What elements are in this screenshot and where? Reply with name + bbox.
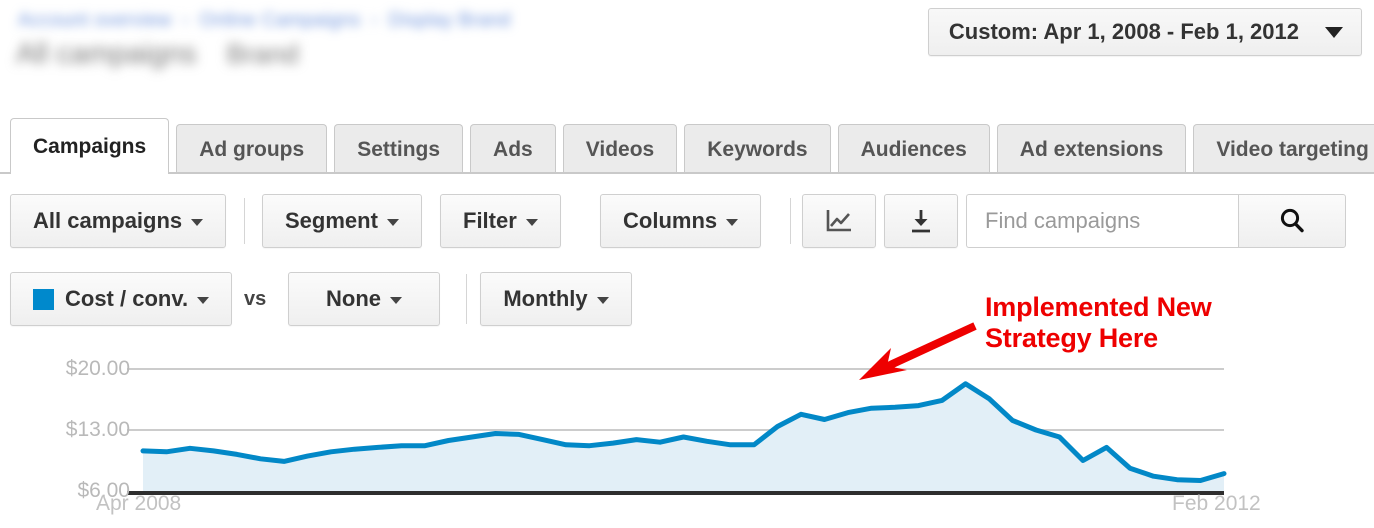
granularity-label: Monthly (503, 286, 588, 311)
x-axis-label-end: Feb 2012 (1172, 492, 1261, 515)
segment-button[interactable]: Segment (262, 194, 422, 248)
table-toolbar: All campaigns Segment Filter Columns Fin… (0, 194, 1374, 258)
granularity-selector[interactable]: Monthly (480, 272, 632, 326)
search-button[interactable] (1238, 194, 1346, 248)
breadcrumb-item-4[interactable]: Brand (458, 10, 510, 31)
breadcrumb-separator-icon: › (182, 10, 189, 31)
tab-bar: Campaigns Ad groups Settings Ads Videos Keywo… (0, 112, 1374, 176)
tab-videos[interactable]: Videos (562, 124, 678, 174)
tab-label: Ad groups (199, 137, 305, 161)
filter-button[interactable]: Filter (440, 194, 561, 248)
chevron-down-icon (525, 218, 538, 226)
download-icon (912, 210, 930, 233)
chevron-down-icon (726, 218, 739, 226)
breadcrumb-separator-icon-2: › (371, 10, 378, 31)
columns-button[interactable]: Columns (600, 194, 762, 248)
chevron-down-icon (197, 296, 210, 304)
search-placeholder: Find campaigns (985, 208, 1141, 233)
chevron-down-icon (386, 218, 399, 226)
chart-toggle-button[interactable] (802, 194, 876, 248)
all-campaigns-filter-button[interactable]: All campaigns (10, 194, 227, 248)
all-campaigns-label: All campaigns (33, 208, 183, 233)
columns-label: Columns (623, 208, 718, 233)
breadcrumb-item-1[interactable]: Account overview (18, 10, 172, 31)
tab-ad-groups[interactable]: Ad groups (176, 124, 328, 174)
chart-plot-area[interactable] (0, 340, 1374, 528)
toolbar-divider (244, 198, 245, 244)
tab-ads[interactable]: Ads (470, 124, 556, 174)
segment-label: Segment (285, 208, 378, 233)
tab-label: Settings (357, 137, 441, 161)
breadcrumb[interactable]: Account overview › Online Campaigns › Di… (18, 10, 511, 32)
tab-video-targeting[interactable]: Video targeting (1193, 124, 1374, 174)
toolbar-divider-2 (790, 198, 791, 244)
performance-chart: $20.00 $13.00 $6.00 Apr 2008 Feb 2012 (0, 340, 1374, 528)
tab-keywords[interactable]: Keywords (684, 124, 831, 174)
primary-metric-label: Cost / conv. (65, 286, 189, 311)
primary-metric-selector[interactable]: Cost / conv. (10, 272, 233, 326)
tab-label: Campaigns (33, 134, 147, 158)
account-header: Account overview › Online Campaigns › Di… (0, 4, 510, 74)
annotation-text: Implemented New Strategy Here (985, 292, 1212, 355)
line-chart-icon (826, 210, 851, 232)
secondary-metric-selector[interactable]: None (288, 272, 440, 326)
y-axis-tick-label: $20.00 (65, 357, 130, 380)
chevron-down-icon (191, 218, 204, 226)
y-axis-tick-label: $13.00 (65, 418, 130, 441)
page-title-text: All campaigns (16, 38, 197, 70)
tab-label: Audiences (860, 137, 967, 161)
metricbar-divider (466, 274, 467, 324)
chevron-down-icon (596, 296, 609, 304)
chevron-down-icon (1325, 26, 1343, 38)
date-range-selector[interactable]: Custom: Apr 1, 2008 - Feb 1, 2012 (927, 8, 1362, 56)
secondary-metric-label: None (326, 286, 381, 311)
tab-campaigns[interactable]: Campaigns (10, 118, 170, 176)
tab-label: Keywords (707, 137, 808, 161)
page-subtitle-text: Brand (226, 39, 299, 69)
tab-ad-extensions[interactable]: Ad extensions (996, 124, 1187, 174)
tab-label: Ads (493, 137, 533, 161)
breadcrumb-item-3[interactable]: Display (388, 10, 452, 31)
breadcrumb-item-2[interactable]: Online Campaigns (200, 10, 361, 31)
annotation-arrow (859, 322, 977, 380)
tab-label: Video targeting (1216, 137, 1369, 161)
date-range-label: Custom: Apr 1, 2008 - Feb 1, 2012 (948, 19, 1299, 44)
magnifier-icon (1280, 208, 1304, 233)
download-button[interactable] (884, 194, 958, 248)
tab-label: Videos (585, 137, 655, 161)
filter-label: Filter (463, 208, 517, 233)
tab-audiences[interactable]: Audiences (837, 124, 990, 174)
vs-label: vs (244, 288, 267, 310)
arrow-down-left-icon (859, 322, 977, 380)
annotation-line-2: Strategy Here (985, 323, 1158, 354)
search-input[interactable]: Find campaigns (966, 194, 1238, 248)
google-ads-campaigns-screen: Account overview › Online Campaigns › Di… (0, 0, 1374, 528)
tab-settings[interactable]: Settings (334, 124, 464, 174)
x-axis-label-start: Apr 2008 (96, 492, 182, 515)
annotation-line-1: Implemented New (985, 292, 1212, 322)
tab-label: Ad extensions (1019, 137, 1164, 161)
chevron-down-icon (390, 296, 402, 304)
page-title: All campaigns Brand (16, 38, 299, 71)
metric-color-swatch (33, 288, 54, 310)
